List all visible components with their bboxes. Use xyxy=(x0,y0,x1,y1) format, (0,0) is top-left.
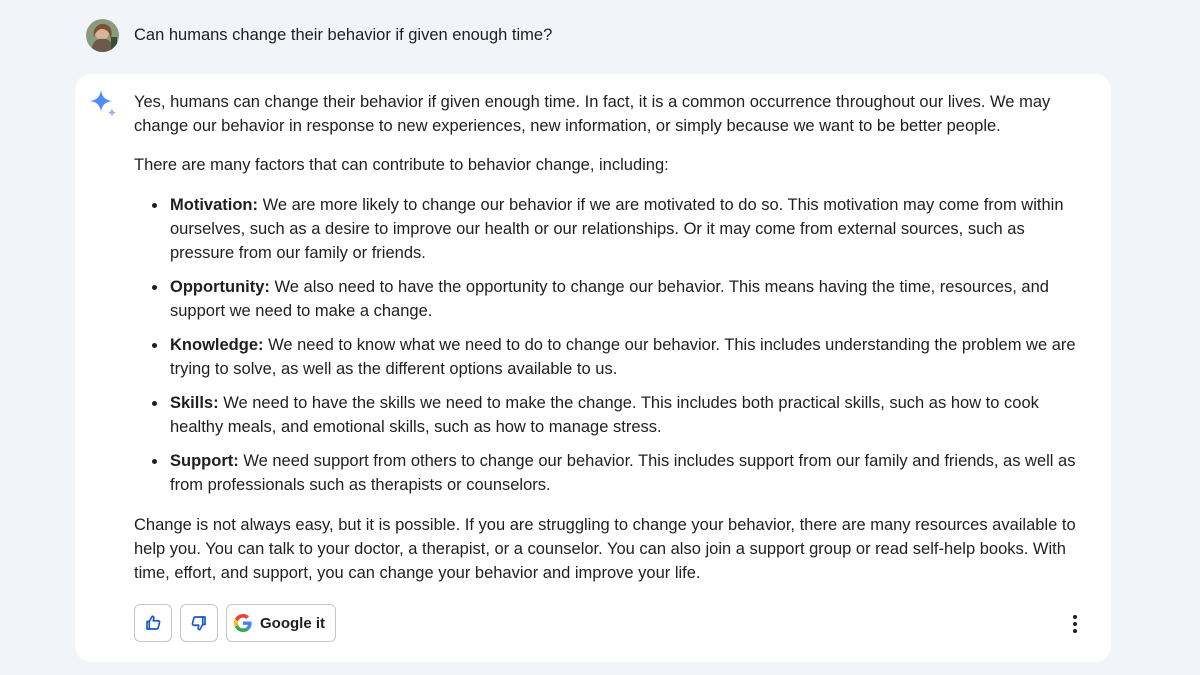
google-g-icon xyxy=(234,614,252,632)
thumbs-down-icon xyxy=(191,616,206,631)
response-content: Yes, humans can change their behavior if… xyxy=(134,90,1084,585)
response-card: Yes, humans can change their behavior if… xyxy=(75,74,1111,662)
factor-term: Opportunity: xyxy=(170,278,270,296)
response-closing: Change is not always easy, but it is pos… xyxy=(134,516,1076,582)
thumbs-down-button[interactable] xyxy=(180,604,218,642)
factor-text: We need support from others to change ou… xyxy=(170,452,1076,494)
factor-text: We need to have the skills we need to ma… xyxy=(170,394,1039,436)
user-avatar[interactable] xyxy=(86,18,119,52)
sparkle-icon xyxy=(90,90,116,117)
user-prompt-row: Can humans change their behavior if give… xyxy=(86,17,552,53)
response-intro: Yes, humans can change their behavior if… xyxy=(134,93,1051,135)
list-item: Knowledge: We need to know what we need … xyxy=(152,333,1084,381)
factor-text: We need to know what we need to do to ch… xyxy=(170,336,1076,378)
user-prompt-text: Can humans change their behavior if give… xyxy=(134,25,553,44)
more-vertical-icon xyxy=(1073,615,1077,633)
factor-term: Knowledge: xyxy=(170,336,264,354)
factor-term: Support: xyxy=(170,452,239,470)
response-actions: Google it xyxy=(134,604,336,642)
thumbs-up-icon xyxy=(146,615,161,630)
list-item: Opportunity: We also need to have the op… xyxy=(152,275,1084,323)
factor-text: We also need to have the opportunity to … xyxy=(170,278,1049,320)
factors-lead: There are many factors that can contribu… xyxy=(134,156,669,174)
list-item: Skills: We need to have the skills we ne… xyxy=(152,391,1084,439)
list-item: Support: We need support from others to … xyxy=(152,449,1084,497)
factors-list: Motivation: We are more likely to change… xyxy=(134,193,1084,497)
more-options-button[interactable] xyxy=(1065,612,1085,636)
factor-term: Motivation: xyxy=(170,196,258,214)
google-it-button[interactable]: Google it xyxy=(226,604,336,642)
thumbs-up-button[interactable] xyxy=(134,604,172,642)
factor-term: Skills: xyxy=(170,394,219,412)
chat-page: Can humans change their behavior if give… xyxy=(0,0,1200,675)
list-item: Motivation: We are more likely to change… xyxy=(152,193,1084,265)
google-it-label: Google it xyxy=(260,614,325,632)
factor-text: We are more likely to change our behavio… xyxy=(170,196,1064,262)
